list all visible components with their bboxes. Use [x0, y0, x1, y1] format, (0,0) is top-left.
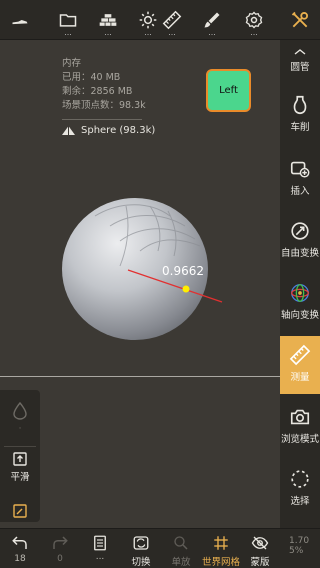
intensity-value: · — [18, 424, 22, 434]
left-brush-panel: · 平滑 — [0, 390, 40, 522]
scene-vertex-count: 场景顶点数：98.3k — [62, 100, 146, 111]
tools-button[interactable] — [280, 0, 320, 40]
droplet-icon — [13, 402, 27, 420]
gear-icon — [245, 11, 263, 29]
menu-dots: ... — [104, 28, 112, 37]
open-file-button[interactable]: ... — [48, 0, 88, 40]
camera-icon — [290, 409, 310, 425]
measure-value: 0.9662 — [162, 264, 204, 278]
menu-dots: ... — [208, 28, 216, 37]
horizon-line — [0, 376, 280, 377]
export-square-icon — [13, 452, 27, 466]
sidebar-item-label: 轴向变换 — [280, 310, 319, 321]
shoe-icon — [12, 20, 28, 25]
view-cube-label: Left — [219, 85, 238, 96]
scroll-up-icon[interactable] — [294, 40, 306, 55]
intensity-slider[interactable]: · — [0, 402, 40, 434]
ruler-icon — [162, 10, 182, 30]
mesh-list-item[interactable]: Sphere (98.3k) — [62, 125, 155, 136]
undo-button[interactable]: 18 — [8, 529, 32, 568]
memory-used: 已用：40 MB — [62, 72, 121, 83]
right-sidebar: 圆管 车削 插入 自由变换 轴向变换 测量 浏览模式 选择 — [280, 40, 320, 528]
redo-count: 0 — [57, 554, 63, 564]
mask-label: 蒙版 — [250, 557, 270, 568]
gizmo-axis-icon — [291, 284, 309, 302]
sidebar-item-label: 圆管 — [290, 62, 310, 73]
menu-dots: ... — [168, 28, 176, 37]
zoom-bottom: 5% — [289, 546, 304, 556]
brush-icon — [204, 12, 220, 28]
mesh-pyramid-icon — [62, 126, 75, 135]
view-cube[interactable]: Left — [206, 69, 251, 112]
ruler-button[interactable]: ... — [152, 0, 192, 40]
grid-icon — [214, 536, 228, 550]
dashed-circle-select-icon — [291, 470, 309, 488]
sidebar-item-axis-transform[interactable]: 轴向变换 — [280, 282, 320, 328]
sidebar-item-label: 测量 — [290, 372, 310, 383]
single-label: 单放 — [171, 557, 191, 568]
switch-button[interactable]: 切换 — [126, 529, 156, 568]
bottom-toolbar: 18 0 ... 切换 单放 世界网格 蒙版 — [0, 528, 320, 568]
eye-off-icon — [251, 536, 269, 550]
panel-divider — [4, 446, 36, 447]
sidebar-item-label: 车削 — [290, 122, 310, 133]
menu-dots: ... — [64, 28, 72, 37]
undo-icon — [12, 536, 27, 549]
sidebar-item-label: 浏览模式 — [280, 434, 319, 445]
layers-button[interactable]: ... — [90, 529, 110, 568]
sidebar-item-label: 插入 — [290, 186, 310, 197]
zoom-readout: 1.70 5% — [289, 536, 309, 556]
menu-dots: ... — [250, 28, 258, 37]
sidebar-item-insert[interactable]: 插入 — [280, 158, 320, 204]
sidebar-item-browse-mode[interactable]: 浏览模式 — [280, 406, 320, 452]
sidebar-item-label: 选择 — [290, 496, 310, 507]
menu-dots: ... — [144, 28, 152, 37]
brush-options-icon — [13, 504, 27, 518]
switch-label: 切换 — [131, 557, 151, 568]
zoom-top: 1.70 — [289, 536, 310, 546]
stats-divider — [62, 119, 142, 120]
settings-button[interactable]: ... — [234, 0, 274, 40]
single-button[interactable]: 单放 — [166, 529, 196, 568]
folder-icon — [59, 14, 77, 27]
ruler-icon — [289, 344, 311, 366]
sidebar-item-tube[interactable]: 圆管 — [280, 56, 320, 76]
search-icon — [174, 536, 188, 550]
transform-circle-icon — [291, 222, 309, 240]
sidebar-item-lathe[interactable]: 车削 — [280, 94, 320, 140]
smooth-button[interactable]: 平滑 — [0, 452, 40, 483]
world-grid-button[interactable]: 世界网格 — [200, 529, 242, 568]
redo-icon — [53, 536, 68, 549]
memory-heading: 内存 — [62, 58, 82, 69]
sidebar-item-free-transform[interactable]: 自由变换 — [280, 220, 320, 266]
wrench-screwdriver-icon — [291, 11, 308, 28]
sidebar-item-label: 自由变换 — [280, 248, 319, 259]
sidebar-item-measure[interactable]: 测量 — [280, 336, 320, 394]
brush-button[interactable]: ... — [192, 0, 232, 40]
undo-count: 18 — [14, 554, 26, 564]
bricks-icon — [99, 14, 117, 26]
menu-dots: ... — [95, 552, 105, 562]
world-grid-label: 世界网格 — [201, 557, 240, 568]
memory-remaining: 剩余：2856 MB — [62, 86, 133, 97]
redo-button[interactable]: 0 — [48, 529, 72, 568]
shoe-icon-button[interactable] — [0, 0, 40, 40]
materials-button[interactable]: ... — [88, 0, 128, 40]
document-icon — [94, 535, 106, 551]
vase-icon — [293, 95, 307, 115]
mesh-name: Sphere (98.3k) — [81, 125, 156, 136]
sidebar-item-select[interactable]: 选择 — [280, 468, 320, 514]
swap-icon — [133, 536, 149, 550]
scene-stats: 内存 已用：40 MB 剩余：2856 MB 场景顶点数：98.3k — [62, 57, 146, 120]
brush-options-button[interactable] — [0, 504, 40, 518]
top-toolbar: ... ... ... ... ... ... — [0, 0, 320, 40]
smooth-label: 平滑 — [10, 472, 30, 483]
insert-plus-icon — [290, 161, 310, 178]
mask-button[interactable]: 蒙版 — [247, 529, 273, 568]
